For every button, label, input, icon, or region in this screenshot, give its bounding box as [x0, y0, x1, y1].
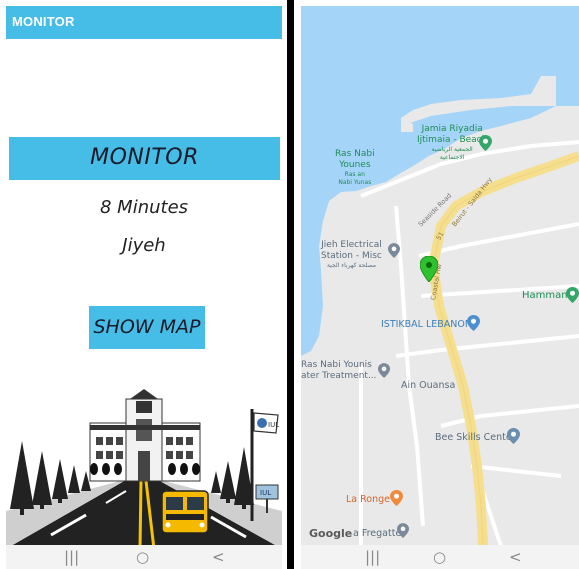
show-map-button[interactable]: SHOW MAP	[89, 306, 205, 349]
home-button[interactable]: ○	[136, 548, 149, 566]
screen-divider	[287, 0, 294, 569]
school-bus-icon	[161, 490, 209, 540]
poi-ras-nabi-younes[interactable]: Ras Nabi Younes Ras an Nabi Yunas	[335, 149, 375, 187]
poi-la-ronge[interactable]: La Ronge	[346, 494, 390, 505]
poi-fregatte[interactable]: a Fregatte	[353, 528, 401, 539]
arrival-time-text: 8 Minutes	[99, 197, 189, 218]
poi-hammam[interactable]: Hammam	[522, 290, 571, 301]
android-nav-bar-right: ||| ○ <	[301, 545, 579, 569]
app-title: MONITOR	[12, 14, 75, 29]
back-button[interactable]: <	[509, 548, 522, 566]
poi-jieh-electrical[interactable]: Jieh Electrical Station - Misc مصلحة كهر…	[321, 240, 382, 270]
app-bar: MONITOR	[6, 6, 282, 39]
right-phone-screen: Jamia Riyadia Ijtimaia - Beach الجمعية ا…	[301, 6, 579, 569]
utility-pin-icon[interactable]	[388, 243, 400, 258]
school-pin-icon[interactable]	[507, 428, 520, 444]
show-map-label: SHOW MAP	[93, 316, 201, 338]
android-nav-bar: ||| ○ <	[6, 545, 282, 569]
shop-pin-icon[interactable]	[467, 315, 480, 331]
bus-sign-text: IUL	[260, 489, 271, 497]
home-button[interactable]: ○	[433, 548, 446, 566]
flag-text: IUL	[268, 421, 279, 429]
fregatte-pin-icon[interactable]	[397, 523, 409, 538]
poi-bee-skills-center[interactable]: Bee Skills Center	[435, 432, 516, 443]
recent-apps-button[interactable]: |||	[365, 548, 380, 566]
treatment-pin-icon[interactable]	[378, 363, 390, 378]
recent-apps-button[interactable]: |||	[64, 548, 79, 566]
poi-ras-nabi-younis-treatment[interactable]: Ras Nabi Younis ater Treatment...	[301, 360, 377, 382]
hammam-pin-icon[interactable]	[566, 287, 579, 303]
area-ain-ouansa: Ain Ouansa	[401, 380, 456, 391]
park-pin-icon[interactable]	[479, 135, 492, 151]
campus-road-illustration: IUL IUL	[6, 389, 282, 549]
google-logo: Google	[309, 527, 353, 540]
restaurant-pin-icon[interactable]	[390, 490, 403, 506]
monitor-banner: MONITOR	[9, 137, 280, 180]
monitor-heading: MONITOR	[90, 145, 199, 170]
poi-jamia-riyadia[interactable]: Jamia Riyadia Ijtimaia - Beach الجمعية ا…	[417, 124, 487, 162]
back-button[interactable]: <	[212, 548, 225, 566]
location-text: Jiyeh	[122, 235, 166, 256]
left-phone-screen: MONITOR MONITOR 8 Minutes Jiyeh SHOW MAP	[6, 6, 282, 569]
poi-istikbal-lebanon[interactable]: ISTIKBAL LEBANON	[381, 319, 472, 330]
